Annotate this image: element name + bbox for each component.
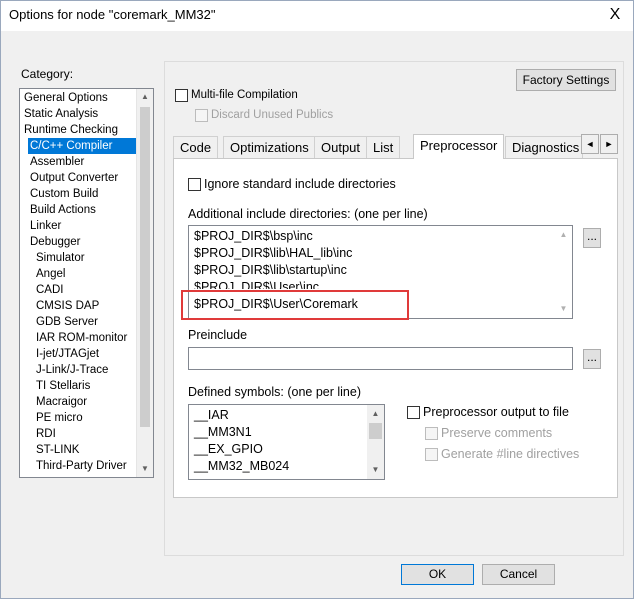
tab-code[interactable]: Code [173, 136, 219, 158]
category-item-third-party-driver[interactable]: Third-Party Driver [34, 458, 129, 474]
title-bar: Options for node "coremark_MM32" X [1, 1, 633, 31]
tab-list[interactable]: List [366, 136, 401, 158]
category-item-rdi[interactable]: RDI [34, 426, 58, 442]
category-item-static-analysis[interactable]: Static Analysis [22, 106, 100, 122]
category-scrollbar[interactable]: ▲ ▼ [136, 89, 153, 477]
include-line: $PROJ_DIR$\lib\HAL_lib\inc [194, 246, 353, 260]
category-item-runtime-checking[interactable]: Runtime Checking [22, 122, 120, 138]
category-item-simulator[interactable]: Simulator [34, 250, 87, 266]
category-item-c-c-compiler[interactable]: C/C++ Compiler [28, 138, 140, 154]
highlight-annotation [181, 290, 409, 320]
pp-output-checkbox[interactable] [407, 406, 420, 419]
tab-preprocessor[interactable]: Preprocessor [413, 134, 505, 159]
category-item-general-options[interactable]: General Options [22, 90, 110, 106]
multifile-checkbox[interactable] [175, 89, 188, 102]
include-line: $PROJ_DIR$\lib\startup\inc [194, 263, 347, 277]
multifile-label: Multi-file Compilation [191, 89, 298, 101]
tab-scroll-left-icon[interactable]: ◄ [581, 134, 599, 154]
category-item-build-actions[interactable]: Build Actions [28, 202, 98, 218]
scroll-up-icon[interactable]: ▲ [367, 407, 384, 421]
category-item-custom-build[interactable]: Custom Build [28, 186, 100, 202]
ignore-std-checkbox[interactable] [188, 178, 201, 191]
symbols-scrollbar[interactable]: ▲ ▼ [367, 405, 384, 479]
preserve-comments-checkbox [425, 427, 438, 440]
category-item-i-jet-jtagjet[interactable]: I-jet/JTAGjet [34, 346, 101, 362]
symbol-line: __MM3N1 [194, 425, 252, 439]
symbol-line: __IAR [194, 408, 229, 422]
category-item-iar-rom-monitor[interactable]: IAR ROM-monitor [34, 330, 129, 346]
cancel-button[interactable]: Cancel [482, 564, 555, 585]
category-item-cadi[interactable]: CADI [34, 282, 65, 298]
ignore-std-label: Ignore standard include directories [204, 177, 396, 191]
category-item-assembler[interactable]: Assembler [28, 154, 86, 170]
category-item-linker[interactable]: Linker [28, 218, 63, 234]
symbols-label: Defined symbols: (one per line) [188, 385, 361, 399]
scroll-down-icon[interactable]: ▼ [555, 302, 572, 316]
discard-label: Discard Unused Publics [211, 109, 334, 121]
include-dirs-label: Additional include directories: (one per… [188, 207, 428, 221]
scroll-thumb[interactable] [140, 107, 150, 427]
factory-settings-button[interactable]: Factory Settings [516, 69, 616, 91]
category-item-macraigor[interactable]: Macraigor [34, 394, 89, 410]
window-title: Options for node "coremark_MM32" [9, 7, 216, 22]
scroll-down-icon[interactable]: ▼ [367, 463, 384, 477]
include-browse-button[interactable]: ... [583, 228, 601, 248]
generate-line-checkbox [425, 448, 438, 461]
preinclude-browse-button[interactable]: ... [583, 349, 601, 369]
scroll-up-icon[interactable]: ▲ [137, 89, 153, 105]
scroll-thumb[interactable] [369, 423, 382, 439]
category-item-output-converter[interactable]: Output Converter [28, 170, 120, 186]
preinclude-input[interactable] [188, 347, 573, 370]
scroll-up-icon[interactable]: ▲ [555, 228, 572, 242]
generate-line-label: Generate #line directives [441, 447, 580, 461]
category-item-j-link-j-trace[interactable]: J-Link/J-Trace [34, 362, 110, 378]
tab-optimizations[interactable]: Optimizations [223, 136, 316, 158]
category-item-gdb-server[interactable]: GDB Server [34, 314, 100, 330]
category-item-st-link[interactable]: ST-LINK [34, 442, 81, 458]
category-item-angel[interactable]: Angel [34, 266, 67, 282]
pp-output-label: Preprocessor output to file [423, 405, 569, 419]
options-dialog: Options for node "coremark_MM32" X Categ… [0, 0, 634, 599]
category-item-ti-stellaris[interactable]: TI Stellaris [34, 378, 92, 394]
category-list[interactable]: Third-Party Driver ST-LINK RDI PE micro Macr… [19, 88, 154, 478]
include-line: $PROJ_DIR$\bsp\inc [194, 229, 313, 243]
tab-output[interactable]: Output [314, 136, 368, 158]
symbol-line: __MM32_MB024 [194, 459, 290, 473]
category-item-pe-micro[interactable]: PE micro [34, 410, 85, 426]
preinclude-label: Preinclude [188, 328, 248, 342]
include-line: $PROJ_DIR$\User\inc [194, 280, 320, 289]
tab-diagnostics[interactable]: Diagnostics [505, 136, 583, 158]
include-scrollbar[interactable]: ▲ ▼ [555, 226, 572, 318]
discard-checkbox [195, 109, 208, 122]
category-item-cmsis-dap[interactable]: CMSIS DAP [34, 298, 101, 314]
category-label: Category: [21, 67, 74, 81]
tab-scroll-right-icon[interactable]: ► [600, 134, 618, 154]
symbols-textarea[interactable]: __IAR __MM3N1 __EX_GPIO __MM32_MB024 ▲ ▼ [188, 404, 385, 480]
scroll-down-icon[interactable]: ▼ [137, 461, 153, 477]
symbol-line: __EX_GPIO [194, 442, 263, 456]
category-item-debugger[interactable]: Debugger [28, 234, 83, 250]
preserve-comments-label: Preserve comments [441, 426, 553, 440]
close-button[interactable]: X [603, 5, 627, 25]
ok-button[interactable]: OK [401, 564, 474, 585]
